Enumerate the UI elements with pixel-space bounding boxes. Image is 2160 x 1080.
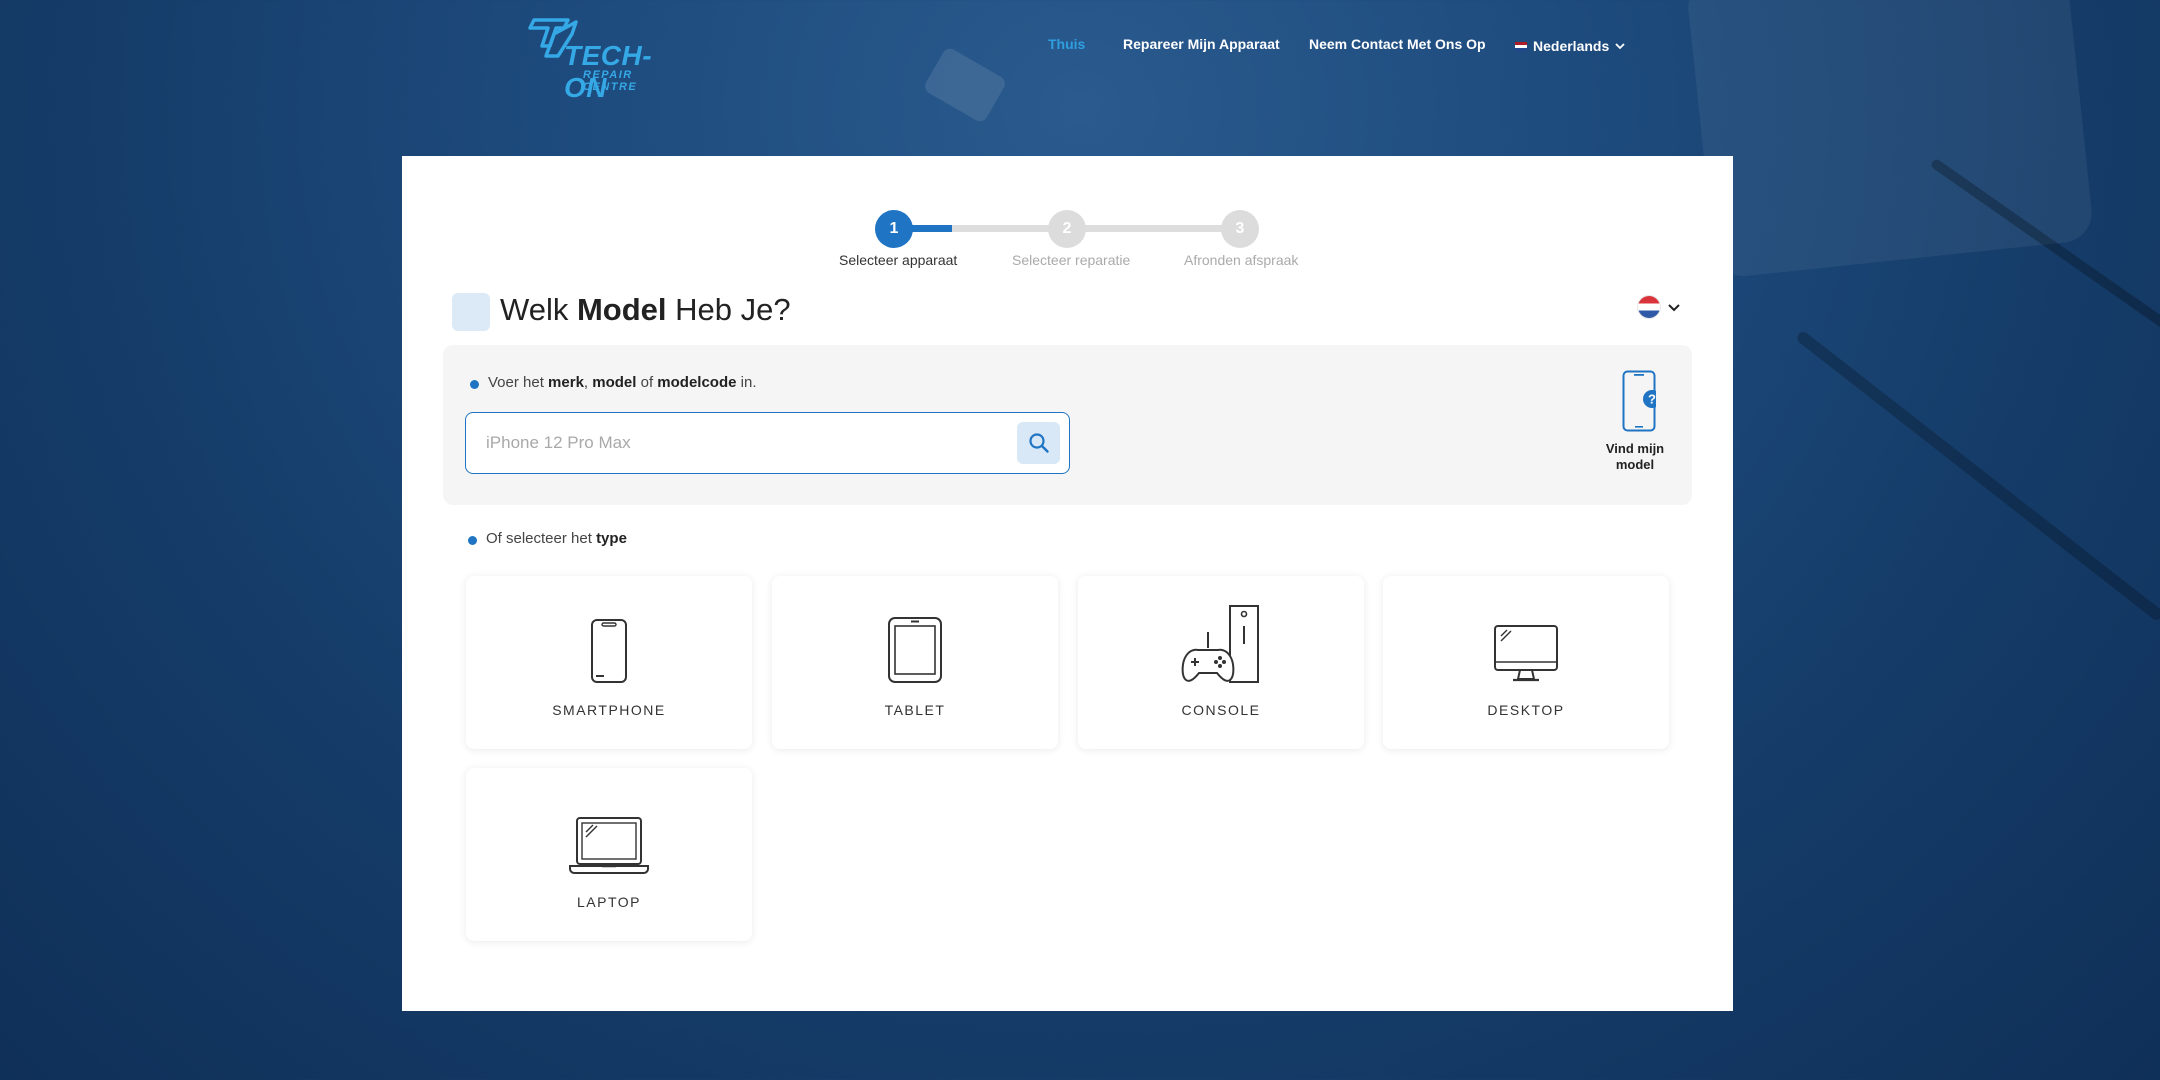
- step-2-indicator: 2: [1048, 210, 1086, 248]
- smartphone-icon: [591, 619, 627, 683]
- nav-contact[interactable]: Neem Contact Met Ons Op: [1309, 36, 1486, 56]
- tile-label: TABLET: [884, 702, 946, 718]
- device-type-desktop[interactable]: DESKTOP: [1383, 576, 1669, 749]
- svg-text:?: ?: [1648, 392, 1656, 407]
- background-decoration: [1795, 329, 2160, 623]
- device-type-tablet[interactable]: TABLET: [772, 576, 1058, 749]
- phone-question-icon: ?: [1622, 370, 1656, 432]
- heading-marker: [452, 293, 490, 331]
- step-1-label: Selecteer apparaat: [839, 252, 958, 268]
- device-type-console[interactable]: CONSOLE: [1078, 576, 1364, 749]
- bullet-icon: [470, 380, 479, 389]
- find-model-label: Vind mijn model: [1605, 441, 1665, 472]
- model-search-panel: Voer het merk, model of modelcode in. ? …: [443, 345, 1692, 505]
- device-type-laptop[interactable]: LAPTOP: [466, 768, 752, 941]
- console-icon: [1181, 605, 1259, 683]
- laptop-icon: [569, 817, 649, 874]
- nav-home[interactable]: Thuis: [1048, 36, 1085, 56]
- tile-label: LAPTOP: [577, 894, 641, 910]
- chevron-down-icon: [1668, 303, 1680, 311]
- nav-repair-device[interactable]: Repareer Mijn Apparaat: [1123, 36, 1280, 56]
- step-2-label: Selecteer reparatie: [1012, 252, 1131, 268]
- search-button[interactable]: [1017, 422, 1060, 464]
- chevron-down-icon: [1615, 43, 1625, 50]
- search-input[interactable]: [486, 425, 986, 461]
- site-header: TECH-ON REPAIR CENTRE Thuis Repareer Mij…: [0, 0, 2160, 103]
- search-hint: Voer het merk, model of modelcode in.: [488, 374, 757, 391]
- tile-label: SMARTPHONE: [552, 702, 666, 718]
- search-icon: [1028, 433, 1049, 453]
- language-dropdown[interactable]: Nederlands: [1515, 36, 1625, 56]
- step-connector: [1066, 225, 1240, 232]
- brand-logo[interactable]: TECH-ON REPAIR CENTRE: [528, 16, 678, 103]
- brand-tagline: REPAIR CENTRE: [583, 69, 638, 93]
- step-3-indicator: 3: [1221, 210, 1259, 248]
- progress-stepper: 1 2 3 Selecteer apparaat Selecteer repar…: [402, 182, 1733, 268]
- search-field: [465, 412, 1070, 474]
- language-label: Nederlands: [1533, 38, 1610, 54]
- find-my-model-link[interactable]: ? Vind mijn model: [1585, 370, 1685, 480]
- tile-label: CONSOLE: [1181, 702, 1261, 718]
- step-1-indicator: 1: [875, 210, 913, 248]
- device-type-smartphone[interactable]: SMARTPHONE: [466, 576, 752, 749]
- dutch-flag-icon: [1638, 296, 1660, 318]
- step-3-label: Afronden afspraak: [1184, 252, 1299, 268]
- page-title: Welk Model Heb Je?: [500, 292, 791, 327]
- background-decoration: [1929, 157, 2160, 373]
- desktop-icon: [1494, 625, 1558, 682]
- tile-label: DESKTOP: [1487, 702, 1565, 718]
- tablet-icon: [888, 617, 942, 683]
- dutch-flag-icon: [1515, 41, 1527, 51]
- bullet-icon: [468, 536, 477, 545]
- booking-card: 1 2 3 Selecteer apparaat Selecteer repar…: [402, 156, 1733, 1011]
- region-flag-dropdown[interactable]: [1638, 296, 1680, 318]
